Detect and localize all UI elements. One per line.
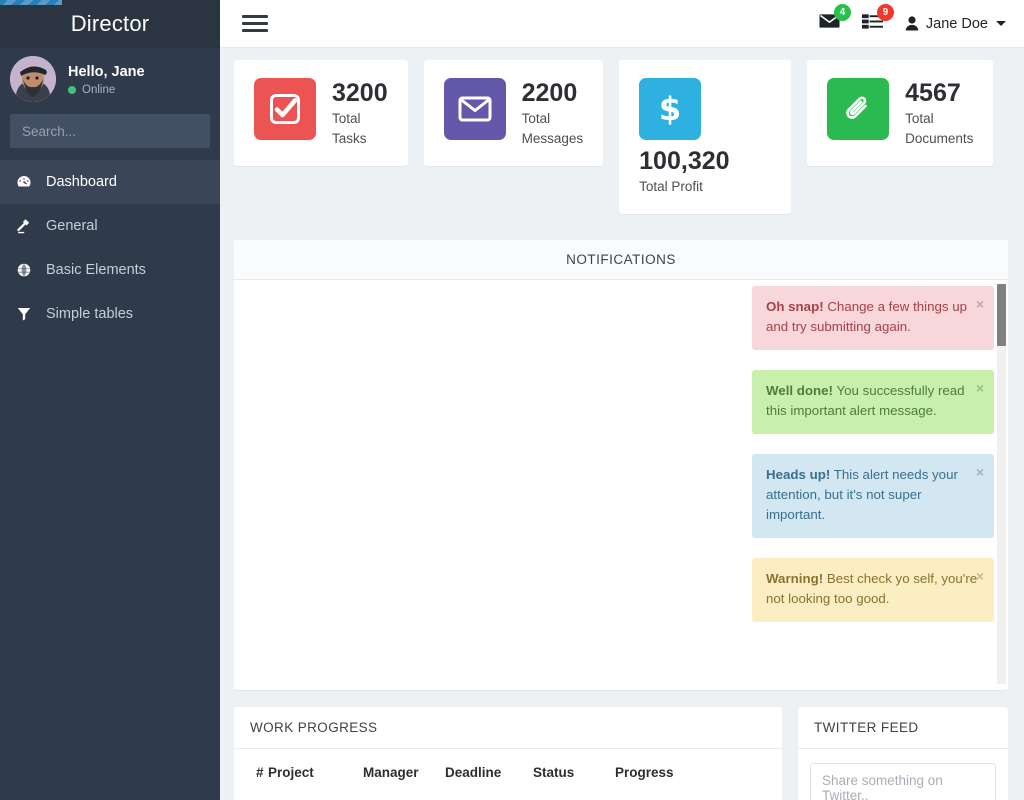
brand-title: Director [70,11,150,36]
notifications-scrollbar[interactable] [997,284,1006,684]
stat-value: 3200 [332,79,388,107]
sidebar-user-block: Hello, Jane Online [0,48,220,110]
sidebar-item-simple-tables[interactable]: Simple tables [0,292,220,336]
notifications-scrollbar-thumb[interactable] [997,284,1006,346]
user-menu-label: Jane Doe [925,15,988,32]
work-progress-panel: WORK PROGRESS # Project Manager Deadline… [234,707,782,800]
column-header-status[interactable]: Status [533,749,615,792]
close-icon[interactable]: × [976,465,984,479]
stat-label-line1: Total [332,111,361,126]
topbar: 4 9 Jane Doe [220,0,1024,48]
user-greeting: Hello, Jane [68,63,145,80]
twitter-feed-panel: TWITTER FEED [798,707,1008,800]
messages-button[interactable]: 4 [819,4,851,34]
bottom-row: WORK PROGRESS # Project Manager Deadline… [234,707,1008,800]
stat-card-total-tasks[interactable]: 3200 Total Tasks [234,60,408,166]
column-header-manager[interactable]: Manager [363,749,445,792]
notifications-title: NOTIFICATIONS [234,240,1008,280]
stat-label-line1: Total [905,111,934,126]
avatar [10,56,56,102]
alert-success[interactable]: × Well done! You successfully read this … [752,370,994,434]
alert-info[interactable]: × Heads up! This alert needs your attent… [752,454,994,538]
search-input[interactable] [10,114,210,148]
stat-value: 100,320 [639,147,730,175]
sidebar-item-general[interactable]: General [0,204,220,248]
alert-strong: Heads up! [766,467,831,482]
hamburger-bar [242,29,268,32]
stat-value: 4567 [905,79,961,107]
online-status-dot [68,85,76,94]
stat-label-line1: Total [521,111,551,126]
svg-text:$: $ [659,90,681,128]
column-header-progress[interactable]: Progress [615,749,782,792]
work-progress-title: WORK PROGRESS [234,707,782,749]
stat-label-line2: Documents [905,131,974,146]
user-menu[interactable]: Jane Doe [905,16,1006,32]
table-header-row: # Project Manager Deadline Status Progre… [234,749,782,792]
messages-badge: 4 [833,4,851,21]
column-header-project[interactable]: Project [268,749,363,792]
alert-warning[interactable]: × Warning! Best check yo self, you're no… [752,558,994,622]
user-icon [905,16,919,31]
user-status-label: Online [82,83,116,96]
tachometer-icon [16,174,40,190]
close-icon[interactable]: × [976,381,984,395]
stat-label-line2: Messages [521,131,584,146]
paperclip-icon [827,78,890,140]
tasks-button[interactable]: 9 [861,4,894,34]
notifications-panel: NOTIFICATIONS × Oh snap! Change a few th… [234,240,1008,690]
filter-icon [16,306,40,322]
sidebar-item-basic-elements[interactable]: Basic Elements [0,248,220,292]
user-meta: Hello, Jane Online [68,63,145,96]
alert-strong: Well done! [766,383,833,398]
check-square-icon [254,78,316,140]
sidebar-item-dashboard[interactable]: Dashboard [0,160,220,204]
hamburger-bar [242,22,268,25]
alert-strong: Warning! [766,571,824,586]
stat-card-total-documents[interactable]: 4567 Total Documents [807,60,994,166]
globe-icon [16,262,40,278]
user-status: Online [68,84,145,96]
tasks-badge: 9 [876,4,894,21]
alert-danger[interactable]: × Oh snap! Change a few things up and tr… [752,286,994,350]
sidebar-search [10,114,210,148]
stats-row: 3200 Total Tasks 2200 Total Messages $ 1… [234,60,1008,214]
column-header-deadline[interactable]: Deadline [445,749,533,792]
gavel-icon [16,218,40,234]
hamburger-bar [242,15,268,18]
notifications-chart-area [234,280,738,690]
twitter-composer-input[interactable] [810,763,996,800]
sidebar-item-label: General [46,218,98,234]
dollar-icon: $ [639,78,702,140]
column-header-index[interactable]: # [234,749,268,792]
notifications-body: × Oh snap! Change a few things up and tr… [234,280,1008,690]
close-icon[interactable]: × [976,297,984,311]
topbar-actions: 4 9 Jane Doe [819,4,1006,34]
stat-label-line2: Tasks [332,131,367,146]
close-icon[interactable]: × [976,569,984,583]
stat-label-line1: Total Profit [639,179,703,194]
sidebar-item-label: Dashboard [46,174,117,190]
page-loading-bar [0,0,62,5]
alert-strong: Oh snap! [766,299,824,314]
twitter-feed-title: TWITTER FEED [798,707,1008,749]
main-content: 3200 Total Tasks 2200 Total Messages $ 1… [220,48,1024,800]
work-progress-table: # Project Manager Deadline Status Progre… [234,749,782,792]
stat-value: 2200 [521,79,578,107]
caret-down-icon [996,21,1006,26]
sidebar: Director Hello, Jane Online Search... Da… [0,0,220,800]
notifications-list: × Oh snap! Change a few things up and tr… [738,280,1008,690]
envelope-icon [443,78,506,140]
sidebar-item-label: Simple tables [46,306,134,322]
hamburger-icon[interactable] [242,11,268,36]
brand-header[interactable]: Director [0,0,220,48]
sidebar-item-label: Basic Elements [46,262,146,278]
stat-card-total-profit[interactable]: $ 100,320 Total Profit [619,60,792,214]
stat-card-total-messages[interactable]: 2200 Total Messages [423,60,604,166]
